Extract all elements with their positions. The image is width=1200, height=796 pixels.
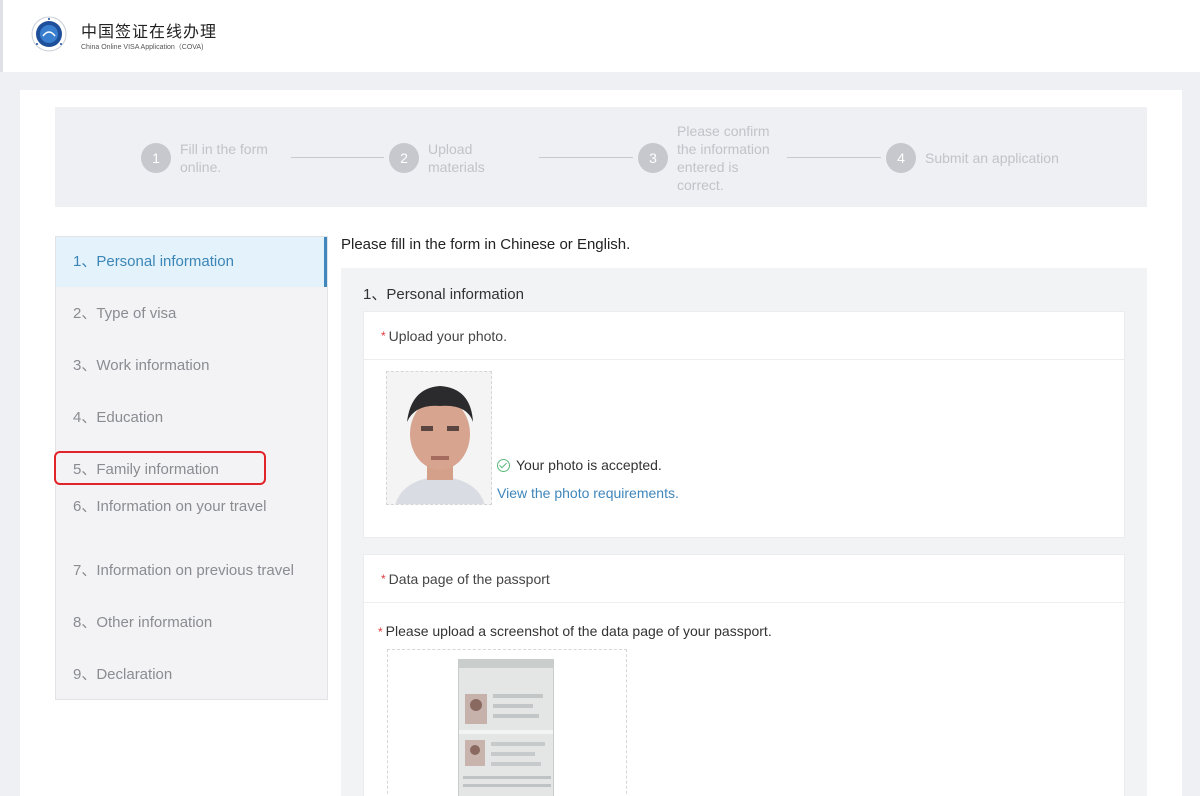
cova-logo-icon [31, 16, 67, 52]
photo-panel-header: * Upload your photo. [364, 312, 1124, 360]
passport-panel-title: Data page of the passport [388, 570, 550, 587]
sidebar-item-work-information[interactable]: 3、Work information [56, 347, 327, 385]
step-connector [787, 157, 881, 158]
sidebar-item-previous-travel[interactable]: 7、Information on previous travel [56, 552, 327, 590]
family-information-highlight [54, 451, 266, 485]
passport-upload-prompt: * Please upload a screenshot of the data … [378, 623, 772, 639]
step-connector [539, 157, 633, 158]
step-1-label: Fill in the form online. [180, 141, 268, 175]
photo-requirements-link[interactable]: View the photo requirements. [497, 485, 679, 501]
passport-prompt-text: Please upload a screenshot of the data p… [385, 623, 772, 639]
step-2-label: Upload materials [428, 141, 485, 175]
uploaded-photo[interactable] [386, 371, 492, 505]
required-mark: * [381, 328, 386, 343]
step-3-number: 3 [638, 143, 668, 173]
passport-scan-image[interactable] [458, 659, 554, 796]
passport-page-icon [459, 660, 553, 796]
sidebar-item-education[interactable]: 4、Education [56, 399, 327, 437]
photo-panel-title: Upload your photo. [388, 327, 507, 344]
portrait-photo-icon [387, 372, 491, 504]
passport-panel-header: * Data page of the passport [364, 555, 1124, 603]
sidebar-item-personal-information[interactable]: 1、Personal information [56, 237, 327, 287]
required-mark: * [381, 571, 386, 586]
sidebar-item-declaration[interactable]: 9、Declaration [56, 656, 327, 694]
sidebar-item-type-of-visa[interactable]: 2、Type of visa [56, 295, 327, 333]
form-instruction: Please fill in the form in Chinese or En… [341, 236, 631, 253]
required-mark: * [378, 625, 383, 639]
step-4-label: Submit an application [925, 150, 1059, 166]
brand-subtitle: China Online VISA Application（COVA) [81, 44, 204, 51]
step-3-label: Please confirm the information entered i… [677, 123, 770, 193]
check-circle-icon [497, 458, 510, 472]
photo-status-text: Your photo is accepted. [516, 457, 662, 473]
sidebar-item-other-information[interactable]: 8、Other information [56, 604, 327, 642]
top-header: 中国签证在线办理 China Online VISA Application（C… [0, 0, 1200, 72]
step-4-number: 4 [886, 143, 916, 173]
step-1-number: 1 [141, 143, 171, 173]
step-2-number: 2 [389, 143, 419, 173]
step-connector [291, 157, 384, 158]
sidebar-item-travel-information[interactable]: 6、Information on your travel [56, 488, 327, 526]
brand-title: 中国签证在线办理 [81, 22, 218, 41]
photo-accepted-status: Your photo is accepted. [497, 457, 662, 473]
section-title: 1、Personal information [363, 286, 524, 303]
